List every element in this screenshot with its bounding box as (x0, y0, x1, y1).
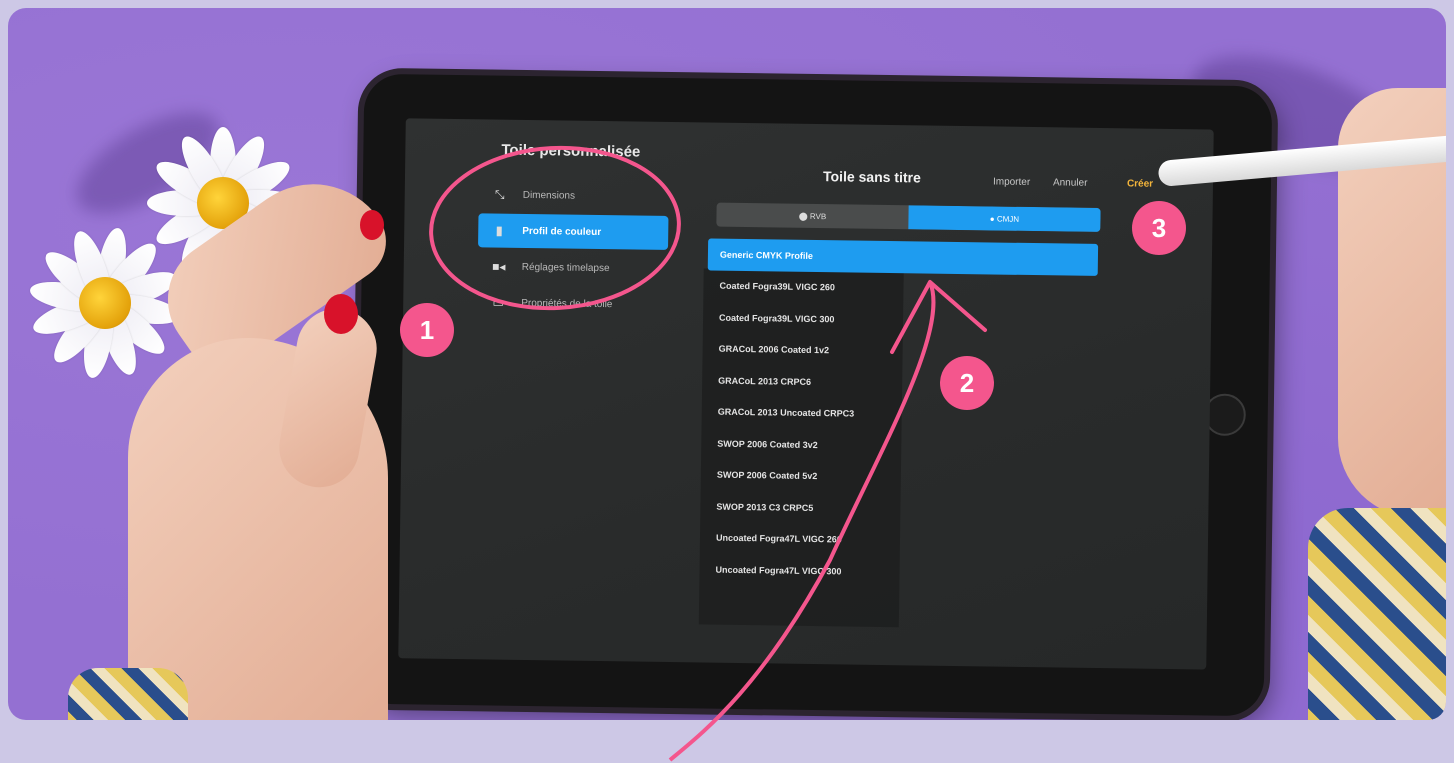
arrow-line (668, 281, 936, 762)
highlight-circle (429, 145, 681, 311)
step-badge-3: 3 (1132, 201, 1186, 255)
step-badge-2: 2 (940, 356, 994, 410)
annotation-overlay (429, 145, 987, 762)
arrow-head (890, 280, 987, 354)
step-badge-1: 1 (400, 303, 454, 357)
